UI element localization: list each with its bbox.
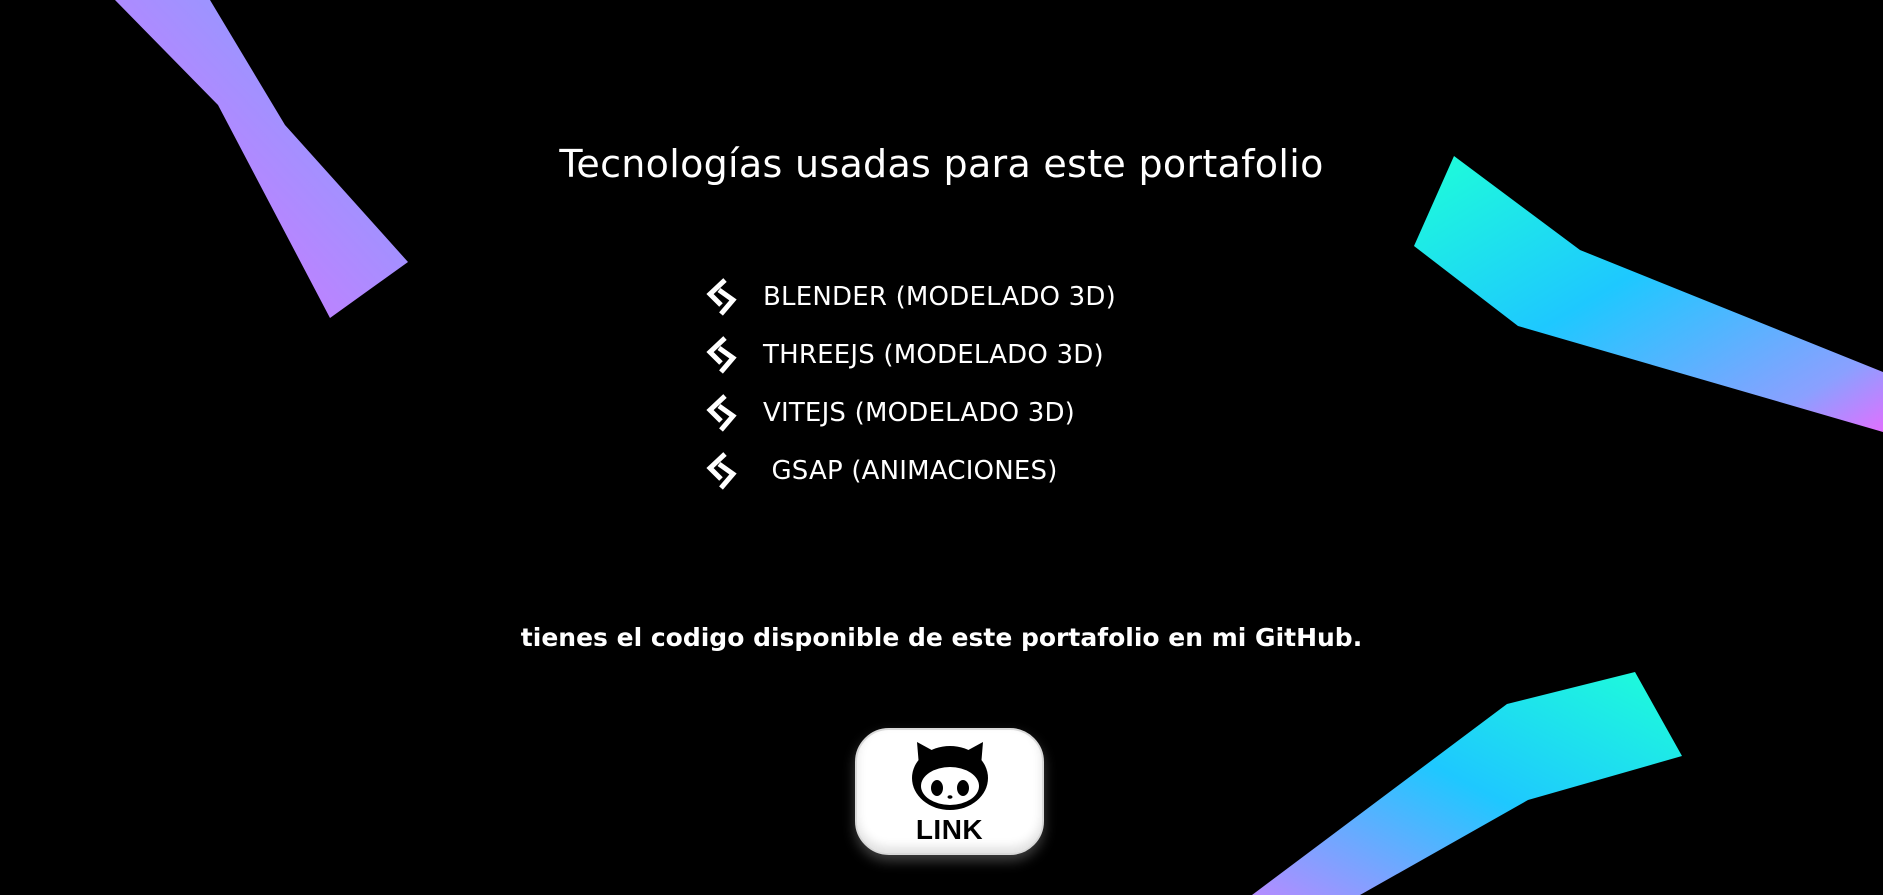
github-note: tienes el codigo disponible de este port…	[520, 623, 1363, 652]
list-item: BLENDER (MODELADO 3D)	[705, 268, 1116, 326]
list-item: VITEJS (MODELADO 3D)	[705, 384, 1116, 442]
tech-label: VITEJS (MODELADO 3D)	[763, 398, 1076, 428]
chevrons-icon	[705, 335, 739, 375]
github-octocat-icon	[905, 736, 995, 816]
tech-label: GSAP (ANIMACIONES)	[763, 456, 1058, 486]
chevrons-icon	[705, 451, 739, 491]
shape-right	[1414, 156, 1883, 432]
list-item: THREEJS (MODELADO 3D)	[705, 326, 1116, 384]
technology-list: BLENDER (MODELADO 3D) THREEJS (MODELADO …	[705, 268, 1116, 500]
github-link-label: LINK	[915, 814, 984, 845]
portfolio-page: Tecnologías usadas para este portafolio …	[0, 0, 1883, 895]
page-title: Tecnologías usadas para este portafolio	[559, 142, 1324, 186]
chevrons-icon	[705, 393, 739, 433]
github-link-button[interactable]: LINK	[855, 728, 1044, 855]
list-item: GSAP (ANIMACIONES)	[705, 442, 1116, 500]
chevrons-icon	[705, 277, 739, 317]
tech-label: BLENDER (MODELADO 3D)	[763, 282, 1116, 312]
shape-bottom-right	[1252, 672, 1682, 895]
tech-label: THREEJS (MODELADO 3D)	[763, 340, 1104, 370]
